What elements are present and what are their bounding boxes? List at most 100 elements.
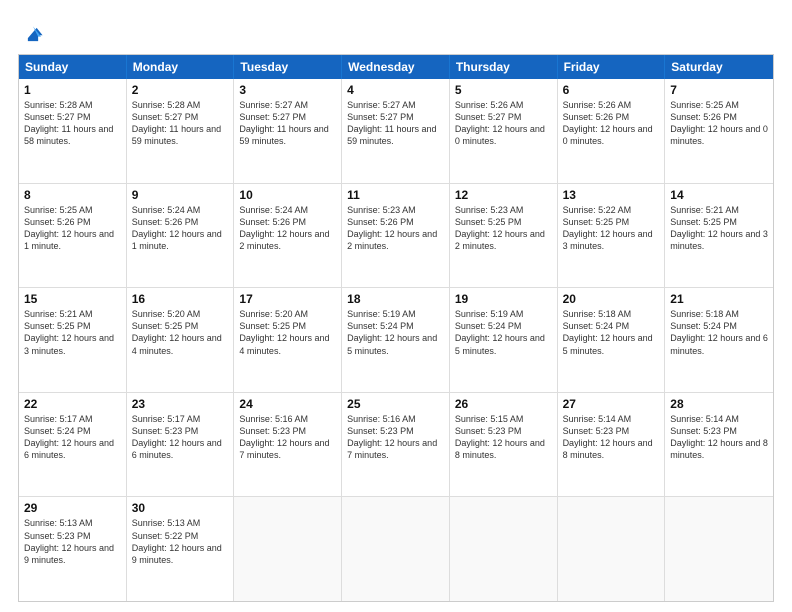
day-info: Sunrise: 5:15 AM Sunset: 5:23 PM Dayligh… [455, 413, 552, 462]
day-number: 22 [24, 397, 121, 411]
day-number: 1 [24, 83, 121, 97]
cal-day-26: 26 Sunrise: 5:15 AM Sunset: 5:23 PM Dayl… [450, 393, 558, 497]
calendar-week-5: 29 Sunrise: 5:13 AM Sunset: 5:23 PM Dayl… [19, 496, 773, 601]
cal-day-11: 11 Sunrise: 5:23 AM Sunset: 5:26 PM Dayl… [342, 184, 450, 288]
day-number: 11 [347, 188, 444, 202]
cal-day-9: 9 Sunrise: 5:24 AM Sunset: 5:26 PM Dayli… [127, 184, 235, 288]
day-info: Sunrise: 5:21 AM Sunset: 5:25 PM Dayligh… [24, 308, 121, 357]
day-info: Sunrise: 5:17 AM Sunset: 5:23 PM Dayligh… [132, 413, 229, 462]
day-number: 5 [455, 83, 552, 97]
day-info: Sunrise: 5:28 AM Sunset: 5:27 PM Dayligh… [24, 99, 121, 148]
cal-day-14: 14 Sunrise: 5:21 AM Sunset: 5:25 PM Dayl… [665, 184, 773, 288]
logo [18, 22, 44, 44]
day-info: Sunrise: 5:18 AM Sunset: 5:24 PM Dayligh… [670, 308, 768, 357]
day-info: Sunrise: 5:14 AM Sunset: 5:23 PM Dayligh… [670, 413, 768, 462]
calendar: Sunday Monday Tuesday Wednesday Thursday… [18, 54, 774, 602]
header-monday: Monday [127, 55, 235, 79]
day-info: Sunrise: 5:26 AM Sunset: 5:26 PM Dayligh… [563, 99, 660, 148]
day-number: 29 [24, 501, 121, 515]
cal-day-1: 1 Sunrise: 5:28 AM Sunset: 5:27 PM Dayli… [19, 79, 127, 183]
day-info: Sunrise: 5:22 AM Sunset: 5:25 PM Dayligh… [563, 204, 660, 253]
day-number: 16 [132, 292, 229, 306]
day-number: 15 [24, 292, 121, 306]
cal-day-22: 22 Sunrise: 5:17 AM Sunset: 5:24 PM Dayl… [19, 393, 127, 497]
day-number: 3 [239, 83, 336, 97]
day-number: 10 [239, 188, 336, 202]
day-number: 13 [563, 188, 660, 202]
day-info: Sunrise: 5:14 AM Sunset: 5:23 PM Dayligh… [563, 413, 660, 462]
day-info: Sunrise: 5:19 AM Sunset: 5:24 PM Dayligh… [347, 308, 444, 357]
cal-day-15: 15 Sunrise: 5:21 AM Sunset: 5:25 PM Dayl… [19, 288, 127, 392]
header-thursday: Thursday [450, 55, 558, 79]
cal-day-3: 3 Sunrise: 5:27 AM Sunset: 5:27 PM Dayli… [234, 79, 342, 183]
day-number: 25 [347, 397, 444, 411]
day-number: 27 [563, 397, 660, 411]
header-sunday: Sunday [19, 55, 127, 79]
day-number: 6 [563, 83, 660, 97]
header [18, 18, 774, 44]
day-number: 7 [670, 83, 768, 97]
cal-day-30: 30 Sunrise: 5:13 AM Sunset: 5:22 PM Dayl… [127, 497, 235, 601]
cal-empty-cell [234, 497, 342, 601]
day-info: Sunrise: 5:21 AM Sunset: 5:25 PM Dayligh… [670, 204, 768, 253]
calendar-week-4: 22 Sunrise: 5:17 AM Sunset: 5:24 PM Dayl… [19, 392, 773, 497]
day-info: Sunrise: 5:27 AM Sunset: 5:27 PM Dayligh… [239, 99, 336, 148]
cal-day-28: 28 Sunrise: 5:14 AM Sunset: 5:23 PM Dayl… [665, 393, 773, 497]
cal-day-24: 24 Sunrise: 5:16 AM Sunset: 5:23 PM Dayl… [234, 393, 342, 497]
day-number: 2 [132, 83, 229, 97]
day-info: Sunrise: 5:20 AM Sunset: 5:25 PM Dayligh… [239, 308, 336, 357]
header-saturday: Saturday [665, 55, 773, 79]
day-number: 30 [132, 501, 229, 515]
day-info: Sunrise: 5:23 AM Sunset: 5:26 PM Dayligh… [347, 204, 444, 253]
cal-day-13: 13 Sunrise: 5:22 AM Sunset: 5:25 PM Dayl… [558, 184, 666, 288]
calendar-body: 1 Sunrise: 5:28 AM Sunset: 5:27 PM Dayli… [19, 79, 773, 601]
day-number: 18 [347, 292, 444, 306]
cal-day-10: 10 Sunrise: 5:24 AM Sunset: 5:26 PM Dayl… [234, 184, 342, 288]
calendar-week-3: 15 Sunrise: 5:21 AM Sunset: 5:25 PM Dayl… [19, 287, 773, 392]
day-info: Sunrise: 5:28 AM Sunset: 5:27 PM Dayligh… [132, 99, 229, 148]
cal-day-20: 20 Sunrise: 5:18 AM Sunset: 5:24 PM Dayl… [558, 288, 666, 392]
cal-day-19: 19 Sunrise: 5:19 AM Sunset: 5:24 PM Dayl… [450, 288, 558, 392]
day-number: 28 [670, 397, 768, 411]
day-number: 20 [563, 292, 660, 306]
header-wednesday: Wednesday [342, 55, 450, 79]
cal-day-2: 2 Sunrise: 5:28 AM Sunset: 5:27 PM Dayli… [127, 79, 235, 183]
cal-day-27: 27 Sunrise: 5:14 AM Sunset: 5:23 PM Dayl… [558, 393, 666, 497]
day-info: Sunrise: 5:13 AM Sunset: 5:22 PM Dayligh… [132, 517, 229, 566]
day-info: Sunrise: 5:19 AM Sunset: 5:24 PM Dayligh… [455, 308, 552, 357]
cal-day-5: 5 Sunrise: 5:26 AM Sunset: 5:27 PM Dayli… [450, 79, 558, 183]
day-info: Sunrise: 5:23 AM Sunset: 5:25 PM Dayligh… [455, 204, 552, 253]
cal-day-17: 17 Sunrise: 5:20 AM Sunset: 5:25 PM Dayl… [234, 288, 342, 392]
calendar-header: Sunday Monday Tuesday Wednesday Thursday… [19, 55, 773, 79]
day-info: Sunrise: 5:25 AM Sunset: 5:26 PM Dayligh… [24, 204, 121, 253]
day-info: Sunrise: 5:27 AM Sunset: 5:27 PM Dayligh… [347, 99, 444, 148]
day-info: Sunrise: 5:13 AM Sunset: 5:23 PM Dayligh… [24, 517, 121, 566]
day-info: Sunrise: 5:18 AM Sunset: 5:24 PM Dayligh… [563, 308, 660, 357]
day-number: 21 [670, 292, 768, 306]
day-number: 9 [132, 188, 229, 202]
day-info: Sunrise: 5:16 AM Sunset: 5:23 PM Dayligh… [347, 413, 444, 462]
cal-empty-cell [450, 497, 558, 601]
cal-day-18: 18 Sunrise: 5:19 AM Sunset: 5:24 PM Dayl… [342, 288, 450, 392]
cal-day-4: 4 Sunrise: 5:27 AM Sunset: 5:27 PM Dayli… [342, 79, 450, 183]
cal-empty-cell [342, 497, 450, 601]
day-info: Sunrise: 5:26 AM Sunset: 5:27 PM Dayligh… [455, 99, 552, 148]
cal-day-29: 29 Sunrise: 5:13 AM Sunset: 5:23 PM Dayl… [19, 497, 127, 601]
cal-day-6: 6 Sunrise: 5:26 AM Sunset: 5:26 PM Dayli… [558, 79, 666, 183]
day-info: Sunrise: 5:24 AM Sunset: 5:26 PM Dayligh… [132, 204, 229, 253]
header-tuesday: Tuesday [234, 55, 342, 79]
cal-empty-cell [558, 497, 666, 601]
day-number: 4 [347, 83, 444, 97]
day-number: 26 [455, 397, 552, 411]
day-info: Sunrise: 5:17 AM Sunset: 5:24 PM Dayligh… [24, 413, 121, 462]
cal-day-25: 25 Sunrise: 5:16 AM Sunset: 5:23 PM Dayl… [342, 393, 450, 497]
day-number: 12 [455, 188, 552, 202]
day-number: 14 [670, 188, 768, 202]
cal-day-7: 7 Sunrise: 5:25 AM Sunset: 5:26 PM Dayli… [665, 79, 773, 183]
day-number: 8 [24, 188, 121, 202]
day-info: Sunrise: 5:24 AM Sunset: 5:26 PM Dayligh… [239, 204, 336, 253]
page: Sunday Monday Tuesday Wednesday Thursday… [0, 0, 792, 612]
cal-empty-cell [665, 497, 773, 601]
logo-icon [22, 22, 44, 44]
day-info: Sunrise: 5:16 AM Sunset: 5:23 PM Dayligh… [239, 413, 336, 462]
